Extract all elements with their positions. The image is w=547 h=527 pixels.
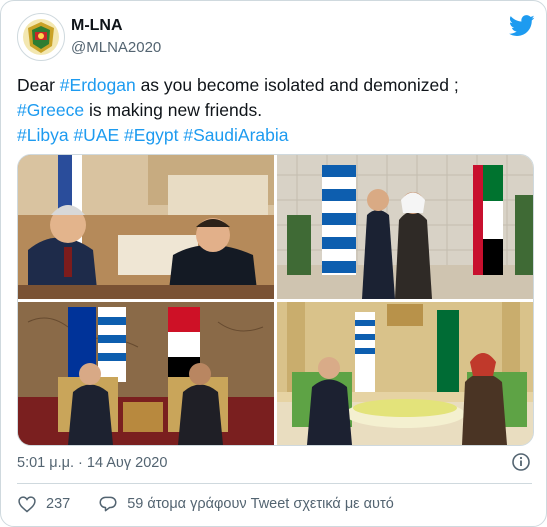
info-icon[interactable] — [512, 453, 530, 471]
like-button[interactable]: 237 — [17, 494, 70, 514]
hashtag-link[interactable]: #Egypt — [124, 125, 178, 145]
photo-egypt-meeting[interactable] — [18, 302, 274, 445]
tweet-card: M-LNA @MLNA2020 Dear #Erdogan as you bec… — [0, 0, 547, 527]
engagement-bar: 237 59 άτομα γράφουν Tweet σχετικά με αυ… — [17, 494, 394, 514]
tweet-line1: Dear #Erdogan as you become isolated and… — [17, 73, 532, 98]
photo-grid[interactable] — [17, 154, 534, 446]
divider — [17, 483, 532, 484]
tweet-text-segment: is making new friends. — [84, 100, 263, 120]
username-handle[interactable]: @MLNA2020 — [71, 39, 161, 56]
tweet-line2: #Greece is making new friends. — [17, 98, 532, 123]
tweet-text: Dear #Erdogan as you become isolated and… — [17, 73, 532, 148]
tweet-line3: #Libya #UAE #Egypt #SaudiArabia — [17, 123, 532, 148]
twitter-bird-icon[interactable] — [508, 15, 535, 37]
photo-libya-meeting[interactable] — [18, 155, 274, 299]
avatar[interactable] — [17, 13, 65, 61]
conversation-link[interactable]: 59 άτομα γράφουν Tweet σχετικά με αυτό — [98, 494, 394, 514]
talking-about-text: 59 άτομα γράφουν Tweet σχετικά με αυτό — [127, 496, 394, 512]
speech-bubble-icon — [99, 496, 117, 512]
photo-uae-meeting[interactable] — [277, 155, 533, 299]
display-name[interactable]: M-LNA — [71, 17, 123, 35]
tweet-text-segment: as you become isolated and demonized ; — [135, 75, 459, 95]
heart-icon — [18, 496, 36, 513]
tweet-text-segment: Dear — [17, 75, 60, 95]
hashtag-link[interactable]: #Erdogan — [60, 75, 136, 95]
photo-saudi-meeting[interactable] — [277, 302, 533, 445]
like-count: 237 — [46, 496, 71, 512]
hashtag-link[interactable]: #Greece — [17, 100, 84, 120]
timestamp[interactable]: 5:01 μ.μ. · 14 Αυγ 2020 — [17, 455, 167, 471]
hashtag-link[interactable]: #SaudiArabia — [183, 125, 288, 145]
hashtag-link[interactable]: #Libya — [17, 125, 69, 145]
emblem-icon — [20, 16, 62, 58]
hashtag-link[interactable]: #UAE — [73, 125, 119, 145]
